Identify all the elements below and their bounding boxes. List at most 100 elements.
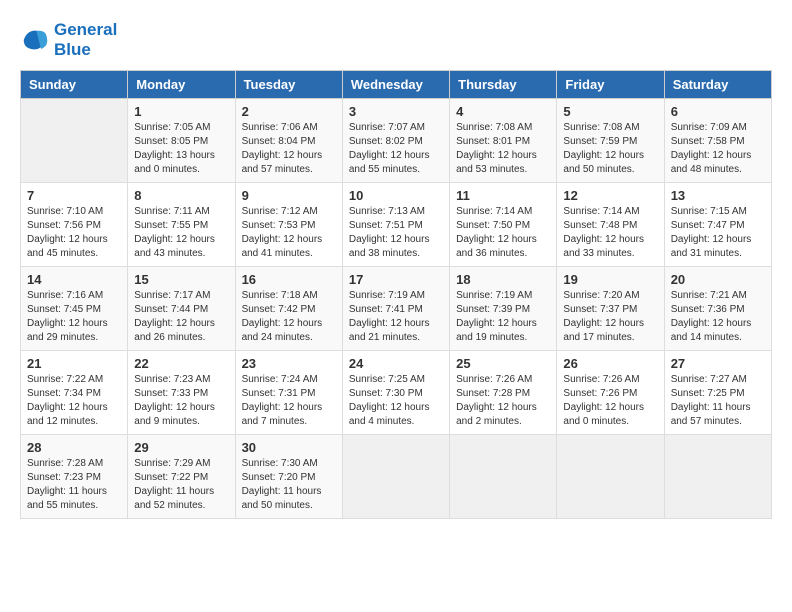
day-info: Sunrise: 7:08 AM Sunset: 7:59 PM Dayligh… (563, 121, 657, 177)
empty-day (664, 435, 771, 519)
day-16: 16 Sunrise: 7:18 AM Sunset: 7:42 PM Dayli… (235, 267, 342, 351)
day-number: 2 (242, 104, 336, 119)
day-info: Sunrise: 7:19 AM Sunset: 7:39 PM Dayligh… (456, 289, 550, 345)
day-10: 10Sunrise: 7:13 AM Sunset: 7:51 PM Dayli… (342, 183, 449, 267)
day-3: 3Sunrise: 7:07 AM Sunset: 8:02 PM Daylig… (342, 99, 449, 183)
day-info: Sunrise: 7:23 AM Sunset: 7:33 PM Dayligh… (134, 373, 228, 429)
day-number: 6 (671, 104, 765, 119)
day-info: Sunrise: 7:09 AM Sunset: 7:58 PM Dayligh… (671, 121, 765, 177)
day-info: Sunrise: 7:14 AM Sunset: 7:50 PM Dayligh… (456, 205, 550, 261)
day-number: 27 (671, 356, 765, 371)
day-info: Sunrise: 7:29 AM Sunset: 7:22 PM Dayligh… (134, 457, 228, 513)
weekday-sunday: Sunday (21, 71, 128, 99)
day-14: 14Sunrise: 7:16 AM Sunset: 7:45 PM Dayli… (21, 267, 128, 351)
day-number: 11 (456, 188, 550, 203)
day-number: 1 (134, 104, 228, 119)
weekday-saturday: Saturday (664, 71, 771, 99)
day-29: 29 Sunrise: 7:29 AM Sunset: 7:22 PM Dayli… (128, 435, 235, 519)
day-info: Sunrise: 7:05 AM Sunset: 8:05 PM Dayligh… (134, 121, 228, 177)
calendar-row-1: 1 Sunrise: 7:05 AM Sunset: 8:05 PM Daylig… (21, 99, 772, 183)
day-21: 21Sunrise: 7:22 AM Sunset: 7:34 PM Dayli… (21, 351, 128, 435)
day-number: 30 (242, 440, 336, 455)
weekday-thursday: Thursday (450, 71, 557, 99)
day-number: 28 (27, 440, 121, 455)
day-info: Sunrise: 7:08 AM Sunset: 8:01 PM Dayligh… (456, 121, 550, 177)
weekday-friday: Friday (557, 71, 664, 99)
day-info: Sunrise: 7:07 AM Sunset: 8:02 PM Dayligh… (349, 121, 443, 177)
day-12: 12 Sunrise: 7:14 AM Sunset: 7:48 PM Dayli… (557, 183, 664, 267)
day-info: Sunrise: 7:28 AM Sunset: 7:23 PM Dayligh… (27, 457, 121, 513)
day-info: Sunrise: 7:30 AM Sunset: 7:20 PM Dayligh… (242, 457, 336, 513)
day-info: Sunrise: 7:18 AM Sunset: 7:42 PM Dayligh… (242, 289, 336, 345)
day-info: Sunrise: 7:27 AM Sunset: 7:25 PM Dayligh… (671, 373, 765, 429)
day-info: Sunrise: 7:06 AM Sunset: 8:04 PM Dayligh… (242, 121, 336, 177)
day-info: Sunrise: 7:26 AM Sunset: 7:28 PM Dayligh… (456, 373, 550, 429)
day-info: Sunrise: 7:19 AM Sunset: 7:41 PM Dayligh… (349, 289, 443, 345)
day-22: 22 Sunrise: 7:23 AM Sunset: 7:33 PM Dayli… (128, 351, 235, 435)
day-info: Sunrise: 7:17 AM Sunset: 7:44 PM Dayligh… (134, 289, 228, 345)
day-28: 28 Sunrise: 7:28 AM Sunset: 7:23 PM Dayli… (21, 435, 128, 519)
weekday-header-row: SundayMondayTuesdayWednesdayThursdayFrid… (21, 71, 772, 99)
day-number: 24 (349, 356, 443, 371)
day-number: 20 (671, 272, 765, 287)
day-23: 23 Sunrise: 7:24 AM Sunset: 7:31 PM Dayli… (235, 351, 342, 435)
day-6: 6 Sunrise: 7:09 AM Sunset: 7:58 PM Daylig… (664, 99, 771, 183)
empty-day (450, 435, 557, 519)
day-15: 15 Sunrise: 7:17 AM Sunset: 7:44 PM Dayli… (128, 267, 235, 351)
day-number: 7 (27, 188, 121, 203)
day-18: 18 Sunrise: 7:19 AM Sunset: 7:39 PM Dayli… (450, 267, 557, 351)
day-info: Sunrise: 7:14 AM Sunset: 7:48 PM Dayligh… (563, 205, 657, 261)
day-info: Sunrise: 7:22 AM Sunset: 7:34 PM Dayligh… (27, 373, 121, 429)
day-number: 5 (563, 104, 657, 119)
day-number: 18 (456, 272, 550, 287)
day-number: 16 (242, 272, 336, 287)
logo-icon (20, 25, 50, 55)
empty-day (21, 99, 128, 183)
day-9: 9 Sunrise: 7:12 AM Sunset: 7:53 PM Daylig… (235, 183, 342, 267)
day-7: 7 Sunrise: 7:10 AM Sunset: 7:56 PM Daylig… (21, 183, 128, 267)
day-24: 24 Sunrise: 7:25 AM Sunset: 7:30 PM Dayli… (342, 351, 449, 435)
day-30: 30 Sunrise: 7:30 AM Sunset: 7:20 PM Dayli… (235, 435, 342, 519)
weekday-tuesday: Tuesday (235, 71, 342, 99)
day-info: Sunrise: 7:21 AM Sunset: 7:36 PM Dayligh… (671, 289, 765, 345)
day-11: 11 Sunrise: 7:14 AM Sunset: 7:50 PM Dayli… (450, 183, 557, 267)
day-info: Sunrise: 7:25 AM Sunset: 7:30 PM Dayligh… (349, 373, 443, 429)
day-number: 9 (242, 188, 336, 203)
day-8: 8Sunrise: 7:11 AM Sunset: 7:55 PM Daylig… (128, 183, 235, 267)
day-number: 17 (349, 272, 443, 287)
calendar-table: SundayMondayTuesdayWednesdayThursdayFrid… (20, 70, 772, 519)
day-number: 23 (242, 356, 336, 371)
day-info: Sunrise: 7:12 AM Sunset: 7:53 PM Dayligh… (242, 205, 336, 261)
day-number: 19 (563, 272, 657, 287)
day-13: 13Sunrise: 7:15 AM Sunset: 7:47 PM Dayli… (664, 183, 771, 267)
day-info: Sunrise: 7:11 AM Sunset: 7:55 PM Dayligh… (134, 205, 228, 261)
calendar-row-4: 21Sunrise: 7:22 AM Sunset: 7:34 PM Dayli… (21, 351, 772, 435)
day-info: Sunrise: 7:13 AM Sunset: 7:51 PM Dayligh… (349, 205, 443, 261)
day-5: 5 Sunrise: 7:08 AM Sunset: 7:59 PM Daylig… (557, 99, 664, 183)
day-1: 1 Sunrise: 7:05 AM Sunset: 8:05 PM Daylig… (128, 99, 235, 183)
day-17: 17 Sunrise: 7:19 AM Sunset: 7:41 PM Dayli… (342, 267, 449, 351)
day-number: 25 (456, 356, 550, 371)
day-number: 22 (134, 356, 228, 371)
logo-text: General Blue (54, 20, 117, 60)
page-header: General Blue (20, 20, 772, 60)
day-26: 26 Sunrise: 7:26 AM Sunset: 7:26 PM Dayli… (557, 351, 664, 435)
day-number: 29 (134, 440, 228, 455)
day-number: 14 (27, 272, 121, 287)
day-info: Sunrise: 7:10 AM Sunset: 7:56 PM Dayligh… (27, 205, 121, 261)
day-number: 26 (563, 356, 657, 371)
day-info: Sunrise: 7:26 AM Sunset: 7:26 PM Dayligh… (563, 373, 657, 429)
empty-day (557, 435, 664, 519)
calendar-row-5: 28 Sunrise: 7:28 AM Sunset: 7:23 PM Dayli… (21, 435, 772, 519)
day-number: 12 (563, 188, 657, 203)
day-info: Sunrise: 7:24 AM Sunset: 7:31 PM Dayligh… (242, 373, 336, 429)
day-19: 19Sunrise: 7:20 AM Sunset: 7:37 PM Dayli… (557, 267, 664, 351)
day-number: 15 (134, 272, 228, 287)
day-25: 25 Sunrise: 7:26 AM Sunset: 7:28 PM Dayli… (450, 351, 557, 435)
calendar-row-2: 7 Sunrise: 7:10 AM Sunset: 7:56 PM Daylig… (21, 183, 772, 267)
weekday-wednesday: Wednesday (342, 71, 449, 99)
day-2: 2 Sunrise: 7:06 AM Sunset: 8:04 PM Daylig… (235, 99, 342, 183)
day-number: 4 (456, 104, 550, 119)
day-20: 20 Sunrise: 7:21 AM Sunset: 7:36 PM Dayli… (664, 267, 771, 351)
weekday-monday: Monday (128, 71, 235, 99)
